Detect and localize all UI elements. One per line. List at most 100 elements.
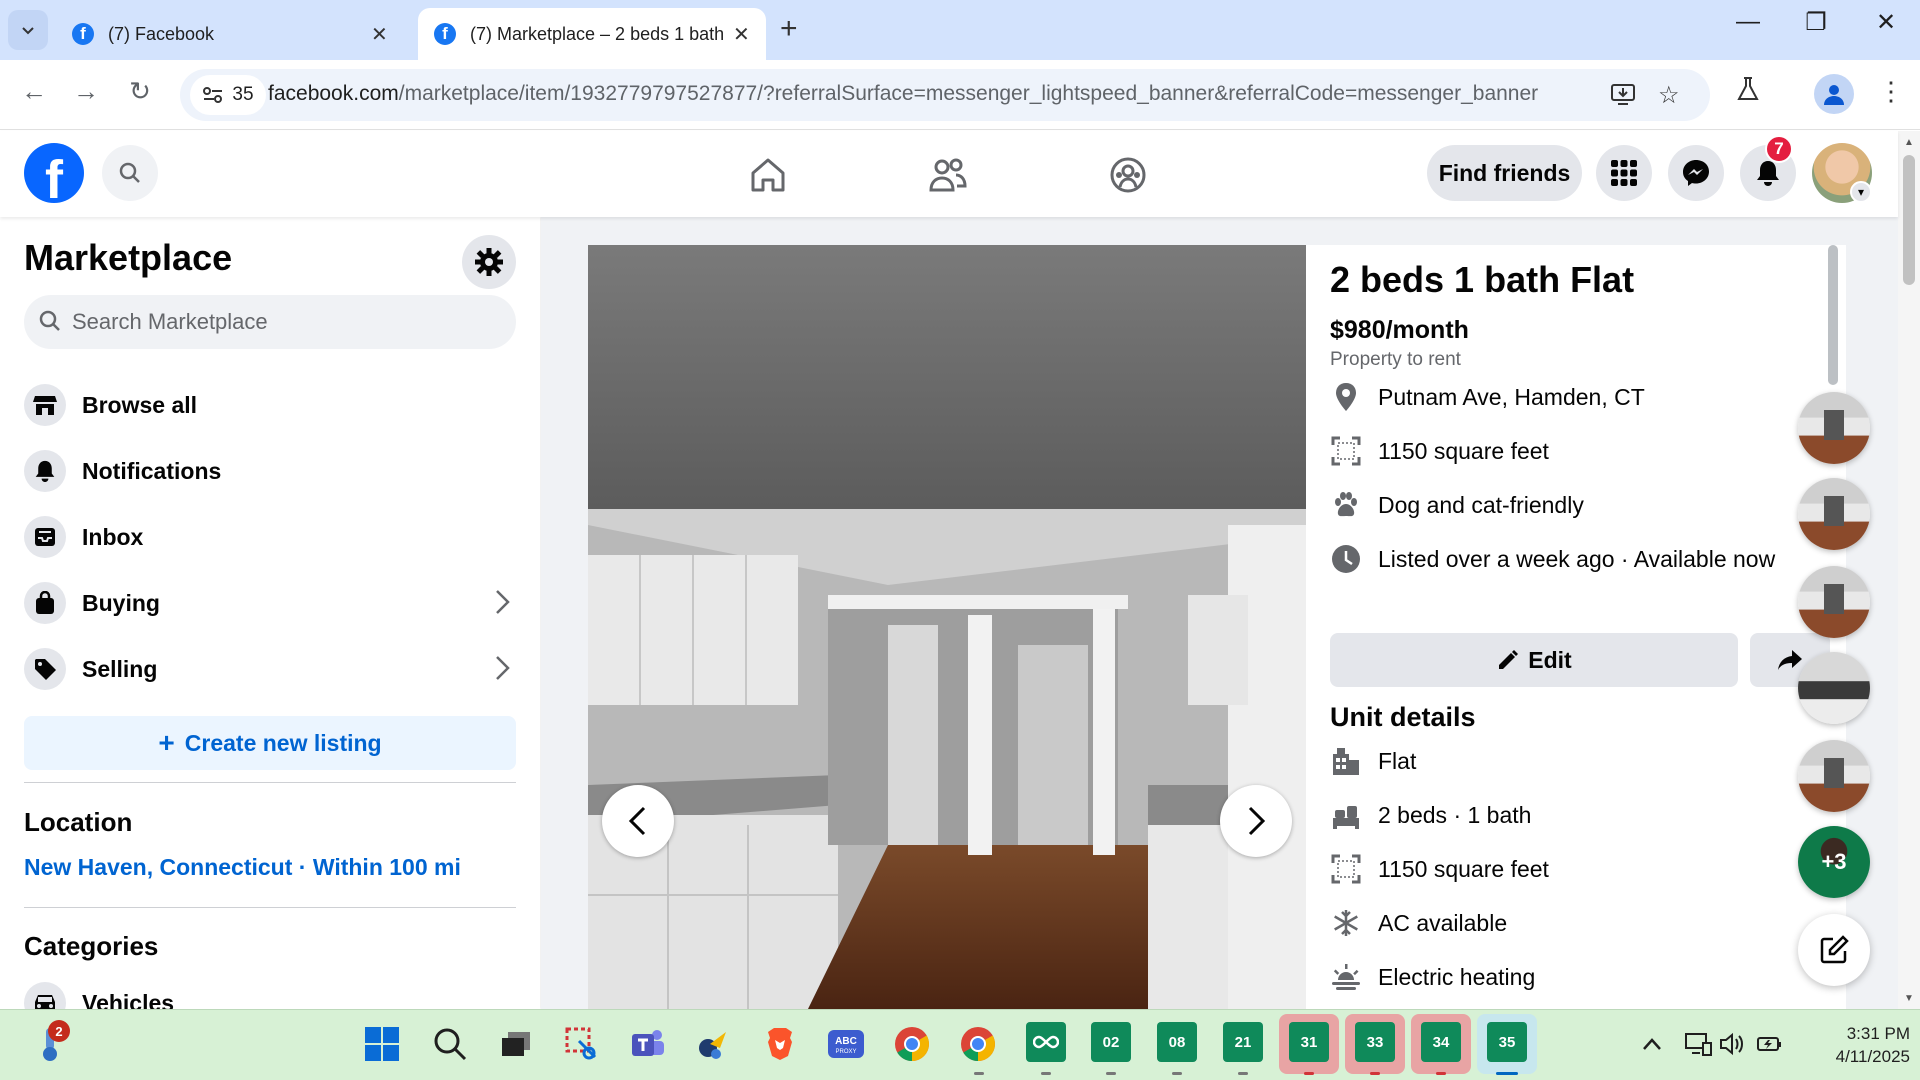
browser-menu-icon[interactable]: ⋮ [1878, 76, 1904, 107]
search-button[interactable] [428, 1022, 472, 1066]
sidebar-item-notifications[interactable]: Notifications [24, 443, 516, 499]
inbox-icon [24, 516, 66, 558]
more-chats-button[interactable]: +3 [1798, 826, 1870, 898]
scrollbar-thumb[interactable] [1903, 155, 1915, 285]
url-text[interactable]: facebook.com/marketplace/item/1932779797… [268, 82, 1538, 106]
running-indicator [1041, 1072, 1051, 1075]
labs-flask-icon[interactable] [1736, 76, 1760, 109]
new-message-button[interactable] [1798, 914, 1870, 986]
teams-app[interactable] [626, 1022, 670, 1066]
sidebar-item-browse-all[interactable]: Browse all [24, 377, 516, 433]
settings-button[interactable] [462, 235, 516, 289]
nav-home[interactable] [738, 151, 798, 199]
sidebar-item-label: Buying [82, 589, 160, 616]
show-hidden-icons-button[interactable] [1630, 1022, 1674, 1066]
sidebar-item-label: Browse all [82, 391, 198, 418]
running-indicator [1370, 1072, 1380, 1075]
chevron-up-icon [1643, 1038, 1661, 1050]
building-icon [1330, 745, 1362, 777]
chevron-down-icon[interactable]: ▾ [1850, 181, 1872, 203]
site-info-button[interactable]: 35 [190, 75, 266, 115]
shopping-bag-icon [24, 582, 66, 624]
scroll-down-arrow-icon[interactable]: ▼ [1904, 993, 1914, 1004]
app-launcher[interactable] [692, 1022, 736, 1066]
find-friends-button[interactable]: Find friends [1427, 145, 1582, 201]
snipping-tool-app[interactable] [560, 1022, 604, 1066]
unit-row-ac: AC available [1330, 907, 1507, 939]
unit-details-heading: Unit details [1330, 702, 1476, 732]
menu-button[interactable] [1596, 145, 1652, 201]
location-pin-icon [1330, 381, 1362, 413]
listing-photo[interactable] [588, 245, 1306, 1009]
abc-proxy-app[interactable]: ABC PROXY [824, 1022, 868, 1066]
infinity-sheet-app[interactable] [1026, 1022, 1066, 1062]
browser-tab-facebook[interactable]: f (7) Facebook ✕ [56, 8, 406, 60]
info-text[interactable]: Putnam Ave, Hamden, CT [1378, 384, 1645, 411]
restore-button[interactable]: ❐ [1796, 8, 1836, 37]
chat-head[interactable] [1798, 652, 1870, 724]
edit-listing-button[interactable]: Edit [1330, 633, 1738, 687]
divider [24, 907, 516, 908]
compose-icon [1820, 935, 1849, 964]
close-tab-icon[interactable]: ✕ [733, 22, 750, 47]
close-window-button[interactable]: ✕ [1866, 8, 1906, 37]
sheet-app-31[interactable]: 31 [1289, 1022, 1329, 1062]
sidebar-item-buying[interactable]: Buying [24, 575, 516, 631]
close-tab-icon[interactable]: ✕ [371, 22, 388, 47]
chrome-app[interactable] [890, 1022, 934, 1066]
create-new-listing-button[interactable]: + Create new listing [24, 716, 516, 770]
brave-browser-app[interactable] [758, 1022, 802, 1066]
previous-photo-button[interactable] [602, 785, 674, 857]
unit-text: AC available [1378, 909, 1508, 936]
chat-head[interactable] [1798, 566, 1870, 638]
tag-icon [24, 648, 66, 690]
chat-head[interactable] [1798, 392, 1870, 464]
messenger-button[interactable] [1668, 145, 1724, 201]
chat-head[interactable] [1798, 740, 1870, 812]
browser-profile-button[interactable] [1814, 74, 1854, 114]
battery-status[interactable] [1748, 1022, 1792, 1066]
next-photo-button[interactable] [1220, 785, 1292, 857]
scroll-up-arrow-icon[interactable]: ▲ [1904, 137, 1914, 148]
sheet-app-21[interactable]: 21 [1223, 1022, 1263, 1062]
sheet-app-02[interactable]: 02 [1091, 1022, 1131, 1062]
listing-details-panel: 2 beds 1 bath Flat $980/month Property t… [1306, 245, 1846, 1009]
minimize-button[interactable]: — [1728, 8, 1768, 36]
info-row-pets: Dog and cat-friendly [1330, 489, 1584, 521]
chat-head[interactable] [1798, 478, 1870, 550]
marketplace-search-input[interactable]: Search Marketplace [24, 295, 516, 349]
reload-button[interactable]: ↻ [122, 76, 158, 107]
forward-button[interactable]: → [68, 76, 104, 107]
install-app-icon[interactable] [1610, 81, 1636, 114]
task-view-button[interactable] [494, 1022, 538, 1066]
browser-tab-marketplace[interactable]: f (7) Marketplace – 2 beds 1 bath ✕ [418, 8, 766, 60]
sheet-app-34[interactable]: 34 [1421, 1022, 1461, 1062]
tab-search-dropdown[interactable] [8, 10, 48, 50]
bookmark-star-icon[interactable]: ☆ [1658, 81, 1680, 110]
start-button[interactable] [360, 1022, 404, 1066]
search-placeholder: Search Marketplace [72, 309, 268, 334]
page-scrollbar[interactable]: ▲ ▼ [1898, 131, 1920, 1009]
sheet-app-35[interactable]: 35 [1487, 1022, 1527, 1062]
nav-groups[interactable] [1098, 151, 1158, 199]
details-scrollbar[interactable] [1828, 245, 1838, 385]
facebook-search-button[interactable] [102, 145, 158, 201]
tune-icon [203, 87, 223, 103]
groups-icon [1110, 157, 1146, 193]
location-link[interactable]: New Haven, Connecticut · Within 100 mi [24, 854, 461, 881]
unit-text: Flat [1378, 747, 1417, 774]
address-bar[interactable]: 35 facebook.com/marketplace/item/1932779… [180, 69, 1710, 121]
sheet-app-33[interactable]: 33 [1355, 1022, 1395, 1062]
system-clock[interactable]: 3:31 PM 4/11/2025 [1790, 1022, 1910, 1068]
running-indicator [974, 1072, 984, 1075]
sidebar-item-selling[interactable]: Selling [24, 641, 516, 697]
sidebar-item-inbox[interactable]: Inbox [24, 509, 516, 565]
new-tab-button[interactable]: + [780, 12, 798, 46]
back-button[interactable]: ← [16, 76, 52, 107]
search-icon [39, 310, 60, 331]
chrome-profile-app[interactable] [956, 1022, 1000, 1066]
facebook-logo[interactable]: f [24, 143, 84, 203]
sheet-app-08[interactable]: 08 [1157, 1022, 1197, 1062]
nav-friends[interactable] [918, 151, 978, 199]
category-item-vehicles[interactable]: Vehicles [24, 975, 516, 1009]
